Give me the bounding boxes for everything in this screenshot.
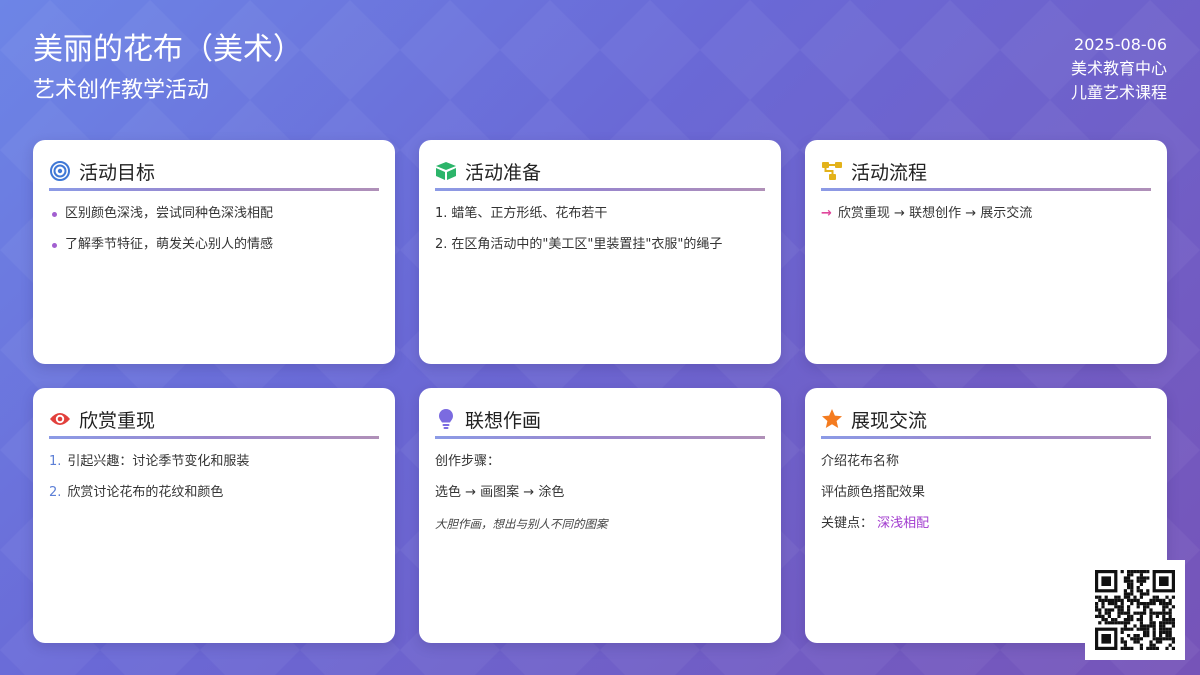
list-item: 1. 引起兴趣：讨论季节变化和服装 (49, 453, 379, 471)
list-item: 了解季节特征，萌发关心别人的情感 (49, 236, 379, 254)
show-line-1: 介绍花布名称 (821, 454, 900, 469)
flow-icon (821, 160, 843, 182)
steps-text: 选色 → 画图案 → 涂色 (435, 485, 565, 500)
card-prep: 活动准备 1. 蜡笔、正方形纸、花布若干 2. 在区角活动中的"美工区"里装置挂"衣… (419, 140, 781, 364)
steps-label: 创作步骤： (435, 454, 501, 469)
keypoint-label: 关键点： (821, 516, 874, 531)
list-text: 蜡笔、正方形纸、花布若干 (451, 206, 608, 221)
page-subtitle: 艺术创作教学活动 (33, 78, 210, 103)
card-prep-header: 活动准备 (435, 156, 765, 191)
box-icon (435, 160, 457, 182)
list-item: 1. 蜡笔、正方形纸、花布若干 (435, 205, 765, 223)
header-left: 美丽的花布（美术） 艺术创作教学活动 (33, 30, 303, 106)
list-number: 1. (49, 454, 62, 469)
card-goals-body: 区别颜色深浅，尝试同种色深浅相配 了解季节特征，萌发关心别人的情感 (49, 205, 379, 254)
list-number: 1. (435, 206, 448, 221)
keypoint-value: 深浅相配 (877, 516, 930, 531)
eye-icon (49, 408, 71, 430)
list-item: 2. 欣赏讨论花布的花纹和颜色 (49, 484, 379, 502)
prep-list: 1. 蜡笔、正方形纸、花布若干 2. 在区角活动中的"美工区"里装置挂"衣服"的绳子 (435, 205, 765, 254)
card-flow-body: → 欣赏重现 → 联想创作 → 展示交流 (821, 205, 1151, 223)
qr-code (1085, 560, 1185, 660)
card-create-header: 联想作画 (435, 404, 765, 439)
list-number: 2. (49, 485, 62, 500)
header-course: 儿童艺术课程 (1070, 83, 1167, 102)
card-appreciate: 欣赏重现 1. 引起兴趣：讨论季节变化和服装 2. 欣赏讨论花布的花纹和颜色 (33, 388, 395, 643)
flow-text: 欣赏重现 → 联想创作 → 展示交流 (837, 206, 1033, 221)
card-create: 联想作画 创作步骤： 选色 → 画图案 → 涂色 大胆作画，想出与别人不同的图案 (419, 388, 781, 643)
header-date: 2025-08-06 (1074, 35, 1167, 54)
star-icon (821, 408, 843, 430)
goals-list: 区别颜色深浅，尝试同种色深浅相配 了解季节特征，萌发关心别人的情感 (49, 205, 379, 254)
arrow-right-icon: → (821, 206, 832, 221)
header-org: 美术教育中心 (1070, 59, 1167, 78)
create-note: 大胆作画，想出与别人不同的图案 (435, 517, 608, 531)
card-flow: 活动流程 → 欣赏重现 → 联想创作 → 展示交流 (805, 140, 1167, 364)
card-flow-header: 活动流程 (821, 156, 1151, 191)
lightbulb-icon (435, 408, 457, 430)
header-meta: 2025-08-06 美术教育中心 儿童艺术课程 (1071, 33, 1167, 105)
card-create-body: 创作步骤： 选色 → 画图案 → 涂色 大胆作画，想出与别人不同的图案 (435, 453, 765, 533)
card-appreciate-body: 1. 引起兴趣：讨论季节变化和服装 2. 欣赏讨论花布的花纹和颜色 (49, 453, 379, 502)
page-title: 美丽的花布（美术） (33, 32, 303, 67)
card-show-header: 展现交流 (821, 404, 1151, 439)
card-appreciate-header: 欣赏重现 (49, 404, 379, 439)
flow-row: → 欣赏重现 → 联想创作 → 展示交流 (821, 205, 1151, 223)
card-goals-header: 活动目标 (49, 156, 379, 191)
card-goals-title: 活动目标 (79, 161, 156, 184)
card-appreciate-title: 欣赏重现 (79, 409, 156, 432)
card-create-title: 联想作画 (465, 409, 542, 432)
card-show-title: 展现交流 (851, 409, 928, 432)
card-goals: 活动目标 区别颜色深浅，尝试同种色深浅相配 了解季节特征，萌发关心别人的情感 (33, 140, 395, 364)
show-line-2: 评估颜色搭配效果 (821, 485, 926, 500)
card-prep-title: 活动准备 (465, 161, 542, 184)
list-item: 2. 在区角活动中的"美工区"里装置挂"衣服"的绳子 (435, 236, 765, 254)
list-item: 区别颜色深浅，尝试同种色深浅相配 (49, 205, 379, 223)
list-text: 欣赏讨论花布的花纹和颜色 (67, 485, 224, 500)
qr-code-graphic (1095, 570, 1175, 650)
card-show-body: 介绍花布名称 评估颜色搭配效果 关键点： 深浅相配 (821, 453, 1151, 533)
list-text: 引起兴趣：讨论季节变化和服装 (67, 454, 250, 469)
keypoint-row: 关键点： 深浅相配 (821, 515, 1151, 533)
list-number: 2. (435, 237, 448, 252)
appreciate-list: 1. 引起兴趣：讨论季节变化和服装 2. 欣赏讨论花布的花纹和颜色 (49, 453, 379, 502)
bullseye-icon (49, 160, 71, 182)
list-text: 在区角活动中的"美工区"里装置挂"衣服"的绳子 (451, 237, 723, 252)
card-flow-title: 活动流程 (851, 161, 928, 184)
card-prep-body: 1. 蜡笔、正方形纸、花布若干 2. 在区角活动中的"美工区"里装置挂"衣服"的绳子 (435, 205, 765, 254)
